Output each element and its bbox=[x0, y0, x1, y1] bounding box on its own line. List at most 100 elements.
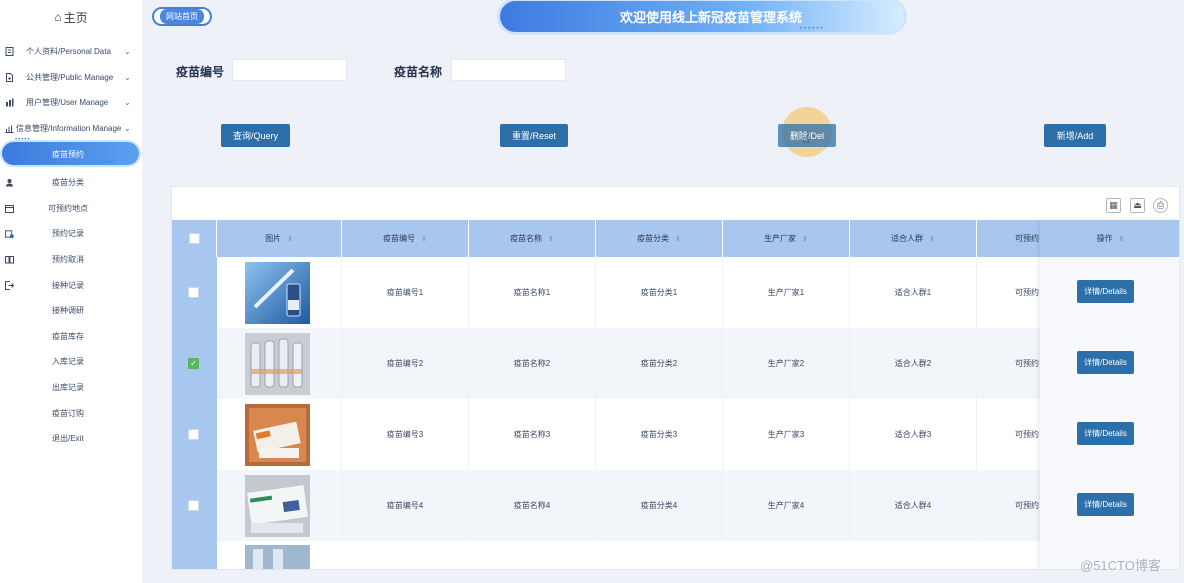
sidebar-item-label: 公共管理/Public Manage bbox=[26, 72, 114, 82]
vaccine-image bbox=[245, 404, 310, 466]
column-header-label: 疫苗分类 bbox=[637, 234, 670, 243]
table-row[interactable]: 疫苗编号4 疫苗名称4 疫苗分类4 生产厂家4 适合人群4 可预约 bbox=[217, 470, 1179, 541]
sidebar-submenu: 疫苗分类 可预约地点 预约记录 预约取消 接种记录 接种调研 疫苗库存 入库记录… bbox=[0, 170, 142, 452]
column-header-label: 疫苗名称 bbox=[510, 234, 543, 243]
code-cell: 疫苗编号1 bbox=[342, 257, 469, 328]
sidebar-item-label: 接种记录 bbox=[52, 280, 84, 290]
export-icon[interactable]: ⏏ bbox=[1130, 198, 1145, 213]
image-cell bbox=[217, 399, 342, 470]
sidebar-item-label: 退出/Exit bbox=[52, 434, 84, 444]
sidebar-item-public-manage[interactable]: 公共管理/Public Manage ⌄ bbox=[0, 65, 142, 91]
column-header-label: 图片 bbox=[265, 234, 282, 243]
group-cell: 适合人群4 bbox=[850, 470, 977, 541]
sidebar-item-vaccine-order[interactable]: 疫苗订购 bbox=[0, 400, 142, 426]
add-button[interactable]: 新增/Add bbox=[1044, 124, 1106, 147]
group-cell: 适合人群1 bbox=[850, 257, 977, 328]
category-cell: 疫苗分类3 bbox=[596, 399, 723, 470]
sidebar-item-label: 出库记录 bbox=[52, 383, 84, 393]
logout-icon bbox=[5, 280, 14, 290]
code-cell: 疫苗编号3 bbox=[342, 399, 469, 470]
group-cell: 适合人群3 bbox=[850, 399, 977, 470]
sidebar-item-vaccine-appointment[interactable]: 疫苗预约 bbox=[2, 142, 139, 165]
vaccine-name-input[interactable] bbox=[451, 59, 566, 81]
decor-dots: •••••• bbox=[800, 26, 825, 32]
details-button[interactable]: 详情/Details bbox=[1077, 351, 1134, 374]
vaccine-name-label: 疫苗名称 bbox=[394, 65, 443, 79]
sidebar-item-label: 可预约地点 bbox=[48, 203, 88, 213]
sidebar-item-label: 疫苗预约 bbox=[52, 150, 84, 159]
actions-column: 操作 ⇕ 详情/Details 详情/Details 详情/Details 详情/… bbox=[1040, 220, 1179, 569]
vaccine-code-input[interactable] bbox=[232, 59, 347, 81]
query-button[interactable]: 查询/Query bbox=[221, 124, 290, 147]
sidebar-item-label: 疫苗分类 bbox=[52, 178, 84, 188]
vaccine-image bbox=[245, 475, 310, 537]
table-header: 图片 ⇕ 疫苗编号 ⇕ 疫苗名称 ⇕ 疫苗分类 ⇕ 生产厂家 ⇕ 适合人群 ⇕ 可预约 bbox=[172, 220, 1179, 257]
sidebar-item-available-locations[interactable]: 可预约地点 bbox=[0, 196, 142, 222]
print-icon[interactable]: ⎙ bbox=[1153, 198, 1168, 213]
sidebar-item-personal-data[interactable]: 个人资料/Personal Data ⌄ bbox=[0, 39, 142, 65]
vaccine-image bbox=[245, 262, 310, 324]
table-row[interactable]: 疫苗编号3 疫苗名称3 疫苗分类3 生产厂家3 适合人群3 可预约 bbox=[217, 399, 1179, 470]
column-header-maker[interactable]: 生产厂家 ⇕ bbox=[723, 220, 850, 257]
chevron-down-icon: ⌄ bbox=[124, 124, 131, 134]
checkbox-column: ✓ bbox=[172, 257, 217, 569]
row-checkbox[interactable] bbox=[188, 429, 199, 440]
sidebar-item-stock-out-records[interactable]: 出库记录 bbox=[0, 375, 142, 401]
details-button[interactable]: 详情/Details bbox=[1077, 493, 1134, 516]
table-row[interactable]: 疫苗编号1 疫苗名称1 疫苗分类1 生产厂家1 适合人群1 可预约 bbox=[217, 257, 1179, 328]
sidebar-item-vaccination-survey[interactable]: 接种调研 bbox=[0, 298, 142, 324]
column-header-actions[interactable]: 操作 ⇕ bbox=[1040, 220, 1179, 257]
name-cell: 疫苗名称2 bbox=[469, 328, 596, 399]
column-header-category[interactable]: 疫苗分类 ⇕ bbox=[596, 220, 723, 257]
column-header-code[interactable]: 疫苗编号 ⇕ bbox=[342, 220, 469, 257]
sort-icon: ⇕ bbox=[802, 235, 808, 243]
sidebar-item-appointment-records[interactable]: 预约记录 bbox=[0, 221, 142, 247]
sidebar-item-vaccine-category[interactable]: 疫苗分类 bbox=[0, 170, 142, 196]
table-row[interactable]: 疫苗编号2 疫苗名称2 疫苗分类2 生产厂家2 适合人群2 可预约 bbox=[217, 328, 1179, 399]
row-checkbox[interactable] bbox=[188, 287, 199, 298]
sidebar: ⌂ 主页 个人资料/Personal Data ⌄ 公共管理/Public Ma… bbox=[0, 0, 142, 583]
chevron-down-icon: ⌄ bbox=[124, 98, 131, 108]
chart-icon bbox=[5, 124, 14, 134]
data-table-panel: ▦ ⏏ ⎙ 图片 ⇕ 疫苗编号 ⇕ 疫苗名称 ⇕ 疫苗分类 ⇕ 生产厂家 ⇕ 适合人群 ⇕ … bbox=[171, 186, 1180, 570]
sidebar-item-stock-in-records[interactable]: 入库记录 bbox=[0, 349, 142, 375]
person-icon bbox=[5, 178, 14, 187]
sidebar-item-appointment-cancel[interactable]: 预约取消 bbox=[0, 247, 142, 273]
sidebar-item-user-manage[interactable]: 用户管理/User Manage ⌄ bbox=[0, 90, 142, 116]
select-all-checkbox[interactable] bbox=[188, 233, 200, 244]
reset-button[interactable]: 重置/Reset bbox=[500, 124, 568, 147]
details-button[interactable]: 详情/Details bbox=[1077, 422, 1134, 445]
sidebar-item-exit[interactable]: 退出/Exit bbox=[0, 426, 142, 452]
select-all-cell bbox=[172, 220, 217, 257]
breadcrumb[interactable]: 网站首页 bbox=[152, 7, 212, 26]
name-cell: 疫苗名称1 bbox=[469, 257, 596, 328]
id-card-icon bbox=[5, 47, 14, 57]
sidebar-menu: 个人资料/Personal Data ⌄ 公共管理/Public Manage … bbox=[0, 39, 142, 141]
category-cell: 疫苗分类4 bbox=[596, 470, 723, 541]
table-row[interactable] bbox=[217, 541, 1179, 569]
maker-cell: 生产厂家4 bbox=[723, 470, 850, 541]
sort-icon: ⇕ bbox=[548, 235, 554, 243]
column-header-name[interactable]: 疫苗名称 ⇕ bbox=[469, 220, 596, 257]
column-header-image[interactable]: 图片 ⇕ bbox=[217, 220, 342, 257]
row-checkbox[interactable]: ✓ bbox=[188, 358, 199, 369]
sidebar-item-label: 用户管理/User Manage bbox=[26, 98, 109, 108]
watermark: @51CTO博客 bbox=[1080, 558, 1161, 573]
column-header-group[interactable]: 适合人群 ⇕ bbox=[850, 220, 977, 257]
breadcrumb-home[interactable]: 网站首页 bbox=[160, 9, 204, 24]
home-link[interactable]: ⌂ 主页 bbox=[0, 0, 142, 34]
column-header-label: 可预约 bbox=[1015, 234, 1039, 243]
home-label: 主页 bbox=[63, 10, 88, 25]
sidebar-item-vaccination-records[interactable]: 接种记录 bbox=[0, 272, 142, 298]
page-title-banner: 欢迎使用线上新冠疫苗管理系统 bbox=[500, 1, 904, 32]
name-cell: 疫苗名称4 bbox=[469, 470, 596, 541]
sidebar-item-vaccine-stock[interactable]: 疫苗库存 bbox=[0, 324, 142, 350]
maker-cell: 生产厂家3 bbox=[723, 399, 850, 470]
columns-icon[interactable]: ▦ bbox=[1106, 198, 1121, 213]
document-icon bbox=[5, 72, 14, 82]
sort-icon: ⇕ bbox=[1118, 235, 1125, 243]
image-cell bbox=[217, 257, 342, 328]
category-cell: 疫苗分类2 bbox=[596, 328, 723, 399]
row-checkbox[interactable] bbox=[188, 500, 199, 511]
details-button[interactable]: 详情/Details bbox=[1077, 280, 1134, 303]
